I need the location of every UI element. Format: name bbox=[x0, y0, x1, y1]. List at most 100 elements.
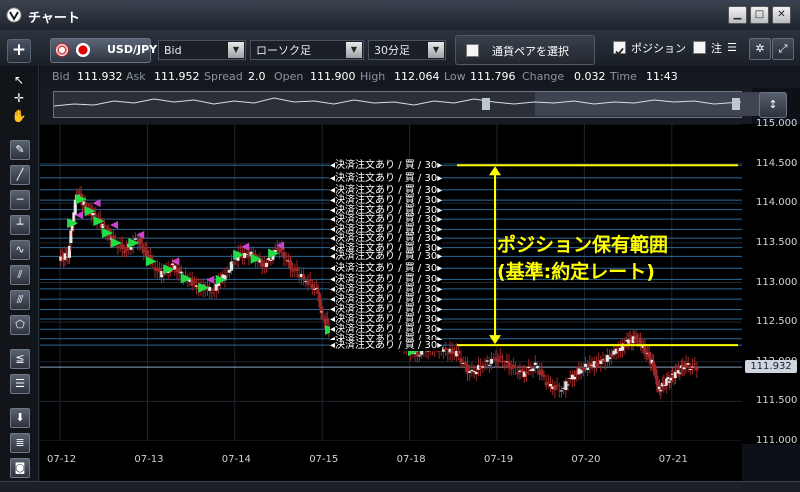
x-tick-label: 07-21 bbox=[658, 454, 688, 465]
ask-value: 111.952 bbox=[154, 70, 200, 83]
fibonacci-retracement-icon[interactable]: ☰ bbox=[10, 374, 30, 394]
candle-body bbox=[507, 361, 511, 369]
crosshair-cursor-icon[interactable]: ✛ bbox=[10, 90, 28, 108]
candle-body bbox=[581, 367, 585, 371]
ask-label: Ask bbox=[126, 70, 146, 83]
close-button[interactable]: ✕ bbox=[772, 6, 791, 24]
cursor-icon[interactable]: ↖ bbox=[10, 72, 28, 90]
order-tag[interactable]: ◂決済注文あり / 買 / 30▸ bbox=[330, 172, 443, 184]
gear-icon[interactable]: ✲ bbox=[749, 38, 771, 60]
download-icon[interactable]: ⬇ bbox=[10, 408, 30, 428]
y-tick-label: 111.500 bbox=[756, 395, 798, 407]
candle-body bbox=[122, 250, 126, 253]
candle-body bbox=[487, 364, 491, 366]
y-tick-label: 111.000 bbox=[756, 435, 798, 446]
check-icon bbox=[615, 47, 624, 56]
chart-plot-area[interactable]: ◂決済注文あり / 買 / 30▸ ◂決済注文あり / 買 / 30▸ ◂決済注文あ… bbox=[40, 124, 742, 441]
horizontal-line-icon[interactable]: ─ bbox=[10, 190, 30, 210]
hand-icon[interactable]: ✋ bbox=[10, 108, 28, 126]
drawing-tools-sidebar: ↖ ✛ ✋ ✎ ╱ ─ ┴ ∿ ⫽ ⫻ ⬠ ≦ ☰ ⬇ ≣ ◙ bbox=[0, 66, 39, 491]
parallel-lines-icon[interactable]: ⫽ bbox=[10, 265, 30, 285]
wave-line-icon[interactable]: ∿ bbox=[10, 240, 30, 260]
chart-navigator[interactable] bbox=[53, 91, 785, 118]
order-tag[interactable]: ◂決済注文あり / 買 / 30▸ bbox=[330, 263, 443, 275]
current-price-tag: 111.932 bbox=[745, 360, 797, 373]
candle-body bbox=[566, 384, 570, 386]
sell-marker bbox=[110, 220, 119, 229]
minimize-button[interactable]: ▁ bbox=[728, 6, 747, 24]
candle-body bbox=[549, 383, 553, 387]
x-tick-label: 07-14 bbox=[221, 454, 251, 465]
timeframe-select[interactable]: 30分足 ▼ bbox=[368, 40, 446, 60]
maximize-button[interactable]: □ bbox=[750, 6, 769, 24]
chevron-down-icon: ▼ bbox=[228, 42, 244, 58]
order-tag[interactable]: ◂決済注文あり / 買 / 30▸ bbox=[330, 340, 443, 352]
candle-body bbox=[289, 260, 293, 270]
candle-body bbox=[682, 367, 686, 370]
position-checkbox[interactable] bbox=[613, 41, 626, 56]
chart-type-value: ローソク足 bbox=[256, 44, 311, 57]
candle-body bbox=[527, 366, 531, 368]
spread-value: 2.0 bbox=[248, 70, 266, 83]
y-tick-label: 113.000 bbox=[756, 276, 798, 288]
candle-body bbox=[498, 355, 502, 358]
add-chart-button[interactable]: + bbox=[7, 39, 31, 63]
order-checkbox[interactable] bbox=[693, 41, 706, 54]
chart-type-select[interactable]: ローソク足 ▼ bbox=[250, 40, 364, 60]
camera-icon[interactable]: ◙ bbox=[10, 458, 30, 478]
candle-body bbox=[535, 365, 539, 369]
title-bar: チャート ▁ □ ✕ bbox=[0, 0, 800, 31]
candle-body bbox=[313, 288, 317, 290]
menu-icon[interactable]: ☰ bbox=[724, 38, 740, 58]
candle-body bbox=[594, 362, 598, 367]
candle-body bbox=[608, 357, 612, 360]
expand-icon[interactable]: ⤢ bbox=[772, 38, 794, 60]
candle-body bbox=[531, 368, 535, 372]
candle-body bbox=[306, 281, 310, 285]
candle-body bbox=[125, 248, 129, 251]
order-tag[interactable]: ◂決済注文あり / 買 / 30▸ bbox=[330, 251, 443, 263]
candle-body bbox=[457, 350, 461, 355]
candle-body bbox=[555, 385, 559, 387]
candle-body bbox=[129, 247, 133, 250]
list-icon[interactable]: ≣ bbox=[10, 433, 30, 453]
time-axis[interactable]: 07-12 07-13 07-14 07-15 07-18 07-19 07-20 07-21 bbox=[40, 441, 742, 481]
candle-body bbox=[599, 360, 603, 364]
pentagon-icon[interactable]: ⬠ bbox=[10, 315, 30, 335]
candle-body bbox=[470, 369, 474, 371]
candle-body bbox=[133, 238, 137, 240]
candle-body bbox=[686, 363, 690, 365]
fibonacci-fan-icon[interactable]: ≦ bbox=[10, 349, 30, 369]
candle-body bbox=[586, 367, 590, 370]
candle-body bbox=[516, 372, 520, 375]
price-axis[interactable]: 115.000 114.500 114.000 113.500 113.000 112.5… bbox=[742, 118, 800, 446]
candle-body bbox=[243, 252, 247, 258]
channel-icon[interactable]: ⫻ bbox=[10, 290, 30, 310]
position-label: ポジション bbox=[631, 42, 686, 55]
select-pair-checkbox[interactable] bbox=[466, 44, 479, 57]
candle-body bbox=[446, 353, 450, 355]
jp-flag-icon bbox=[76, 43, 90, 57]
currency-pair-button[interactable]: USD/JPY bbox=[50, 38, 157, 63]
currency-pair-label: USD/JPY bbox=[107, 43, 158, 56]
candle-body bbox=[481, 366, 485, 368]
price-type-select[interactable]: Bid ▼ bbox=[158, 40, 246, 60]
auto-scale-button[interactable]: ↕ bbox=[759, 92, 787, 118]
candle-body bbox=[691, 366, 695, 368]
y-tick-label: 112.500 bbox=[756, 316, 798, 328]
chevron-down-icon: ▼ bbox=[428, 42, 444, 58]
candle-body bbox=[573, 376, 577, 380]
candle-body bbox=[485, 360, 489, 362]
select-pair-button[interactable]: 通貨ペアを選択 bbox=[455, 35, 595, 65]
time-label: Time bbox=[610, 70, 637, 83]
app-logo-icon bbox=[6, 7, 22, 23]
pencil-icon[interactable]: ✎ bbox=[10, 140, 30, 160]
high-label: High bbox=[360, 70, 386, 83]
range-arrow-down bbox=[489, 335, 501, 345]
candle-body bbox=[145, 250, 149, 256]
trendline-icon[interactable]: ╱ bbox=[10, 165, 30, 185]
order-tag[interactable]: ◂決済注文あり / 買 / 30▸ bbox=[330, 160, 443, 172]
vertical-line-icon[interactable]: ┴ bbox=[10, 215, 30, 235]
candle-body bbox=[511, 364, 515, 369]
bid-label: Bid bbox=[52, 70, 70, 83]
